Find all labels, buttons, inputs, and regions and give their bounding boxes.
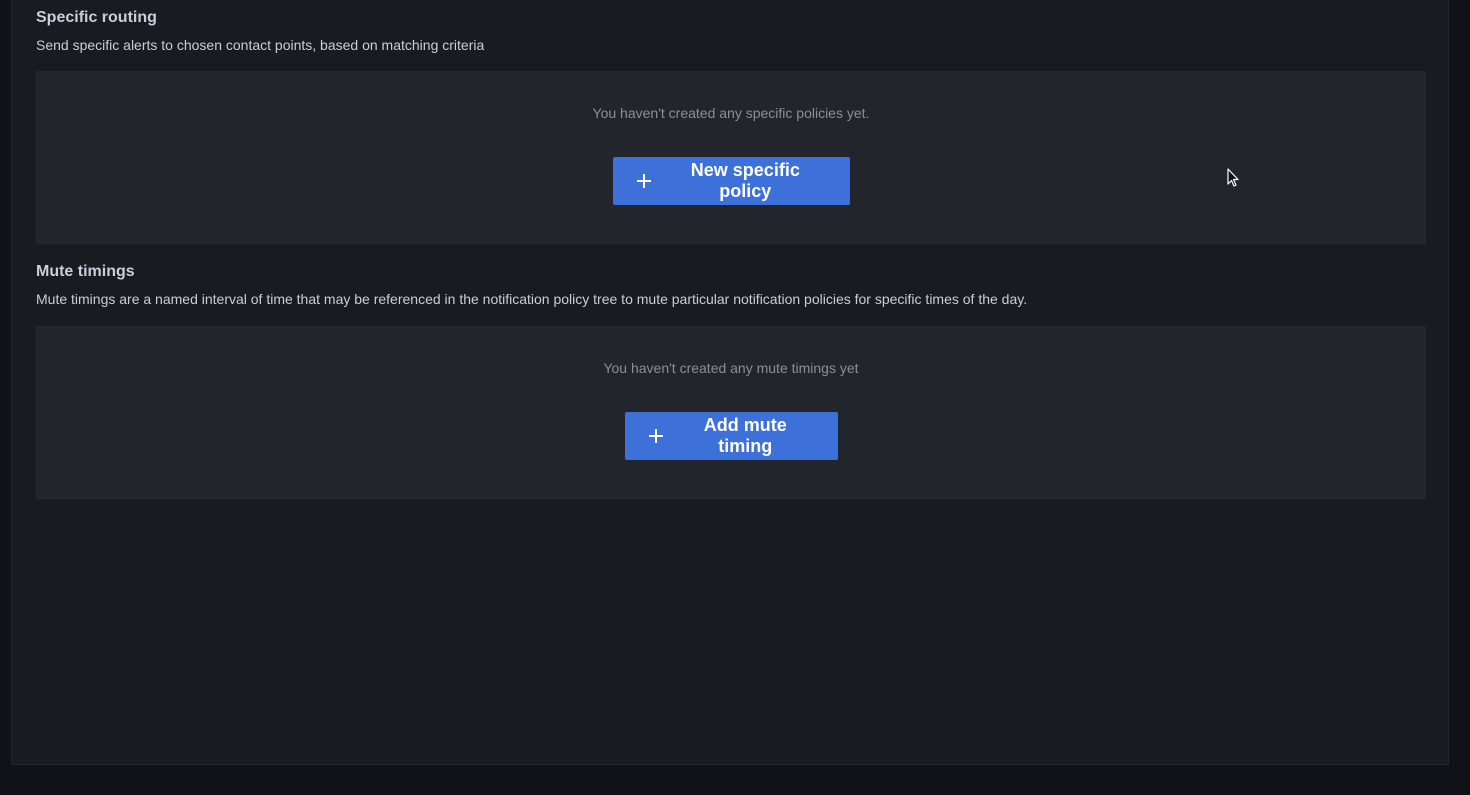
mute-timings-empty-text: You haven't created any mute timings yet [603,360,859,376]
plus-icon [649,429,663,443]
mute-timings-description: Mute timings are a named interval of tim… [36,291,1028,307]
new-specific-policy-button[interactable]: New specific policy [613,157,850,205]
specific-routing-description: Send specific alerts to chosen contact p… [36,37,485,53]
mute-timings-section: Mute timings Mute timings are a named in… [36,262,1426,499]
new-specific-policy-label: New specific policy [690,160,800,201]
specific-routing-title: Specific routing [36,9,157,26]
mute-timings-empty-state: You haven't created any mute timings yet… [36,326,1426,499]
notification-policies-panel: Specific routing Send specific alerts to… [11,0,1449,765]
mouse-cursor-icon [1227,168,1239,187]
specific-routing-empty-text: You haven't created any specific policie… [592,105,870,121]
add-mute-timing-button[interactable]: Add mute timing [625,412,838,460]
specific-routing-empty-state: You haven't created any specific policie… [36,71,1426,244]
mute-timings-title: Mute timings [36,263,135,280]
plus-icon [637,174,651,188]
add-mute-timing-label: Add mute timing [703,415,787,456]
specific-routing-section: Specific routing Send specific alerts to… [36,8,1426,244]
